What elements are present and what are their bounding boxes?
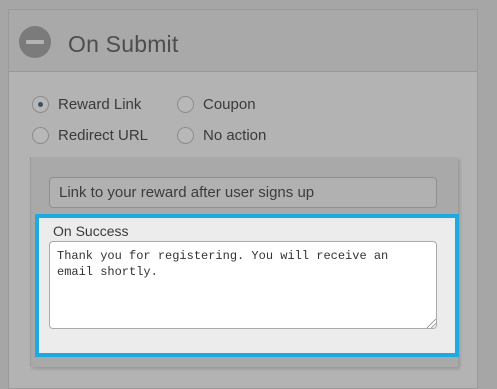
radio-button[interactable] bbox=[32, 96, 49, 113]
radio-button[interactable] bbox=[177, 96, 194, 113]
radio-label: Coupon bbox=[203, 96, 256, 113]
minus-circle-icon[interactable] bbox=[19, 26, 51, 58]
panel-header: On Submit bbox=[9, 10, 477, 72]
radio-option-coupon[interactable]: Coupon bbox=[177, 96, 256, 113]
radio-label: No action bbox=[203, 127, 267, 144]
reward-link-field[interactable]: Link to your reward after user signs up bbox=[49, 177, 437, 208]
radio-label: Redirect URL bbox=[58, 127, 149, 144]
radio-option-redirect-url[interactable]: Redirect URL bbox=[32, 127, 148, 144]
resize-handle-icon[interactable] bbox=[427, 319, 436, 328]
radio-option-no-action[interactable]: No action bbox=[177, 127, 266, 144]
radio-button[interactable] bbox=[177, 127, 194, 144]
success-message-textarea[interactable]: Thank you for registering. You will rece… bbox=[49, 241, 437, 329]
panel-title: On Submit bbox=[68, 31, 179, 57]
radio-button[interactable] bbox=[32, 127, 49, 144]
on-success-label: On Success bbox=[53, 223, 129, 239]
radio-label: Reward Link bbox=[58, 96, 142, 113]
radio-option-reward-link[interactable]: Reward Link bbox=[32, 96, 141, 113]
